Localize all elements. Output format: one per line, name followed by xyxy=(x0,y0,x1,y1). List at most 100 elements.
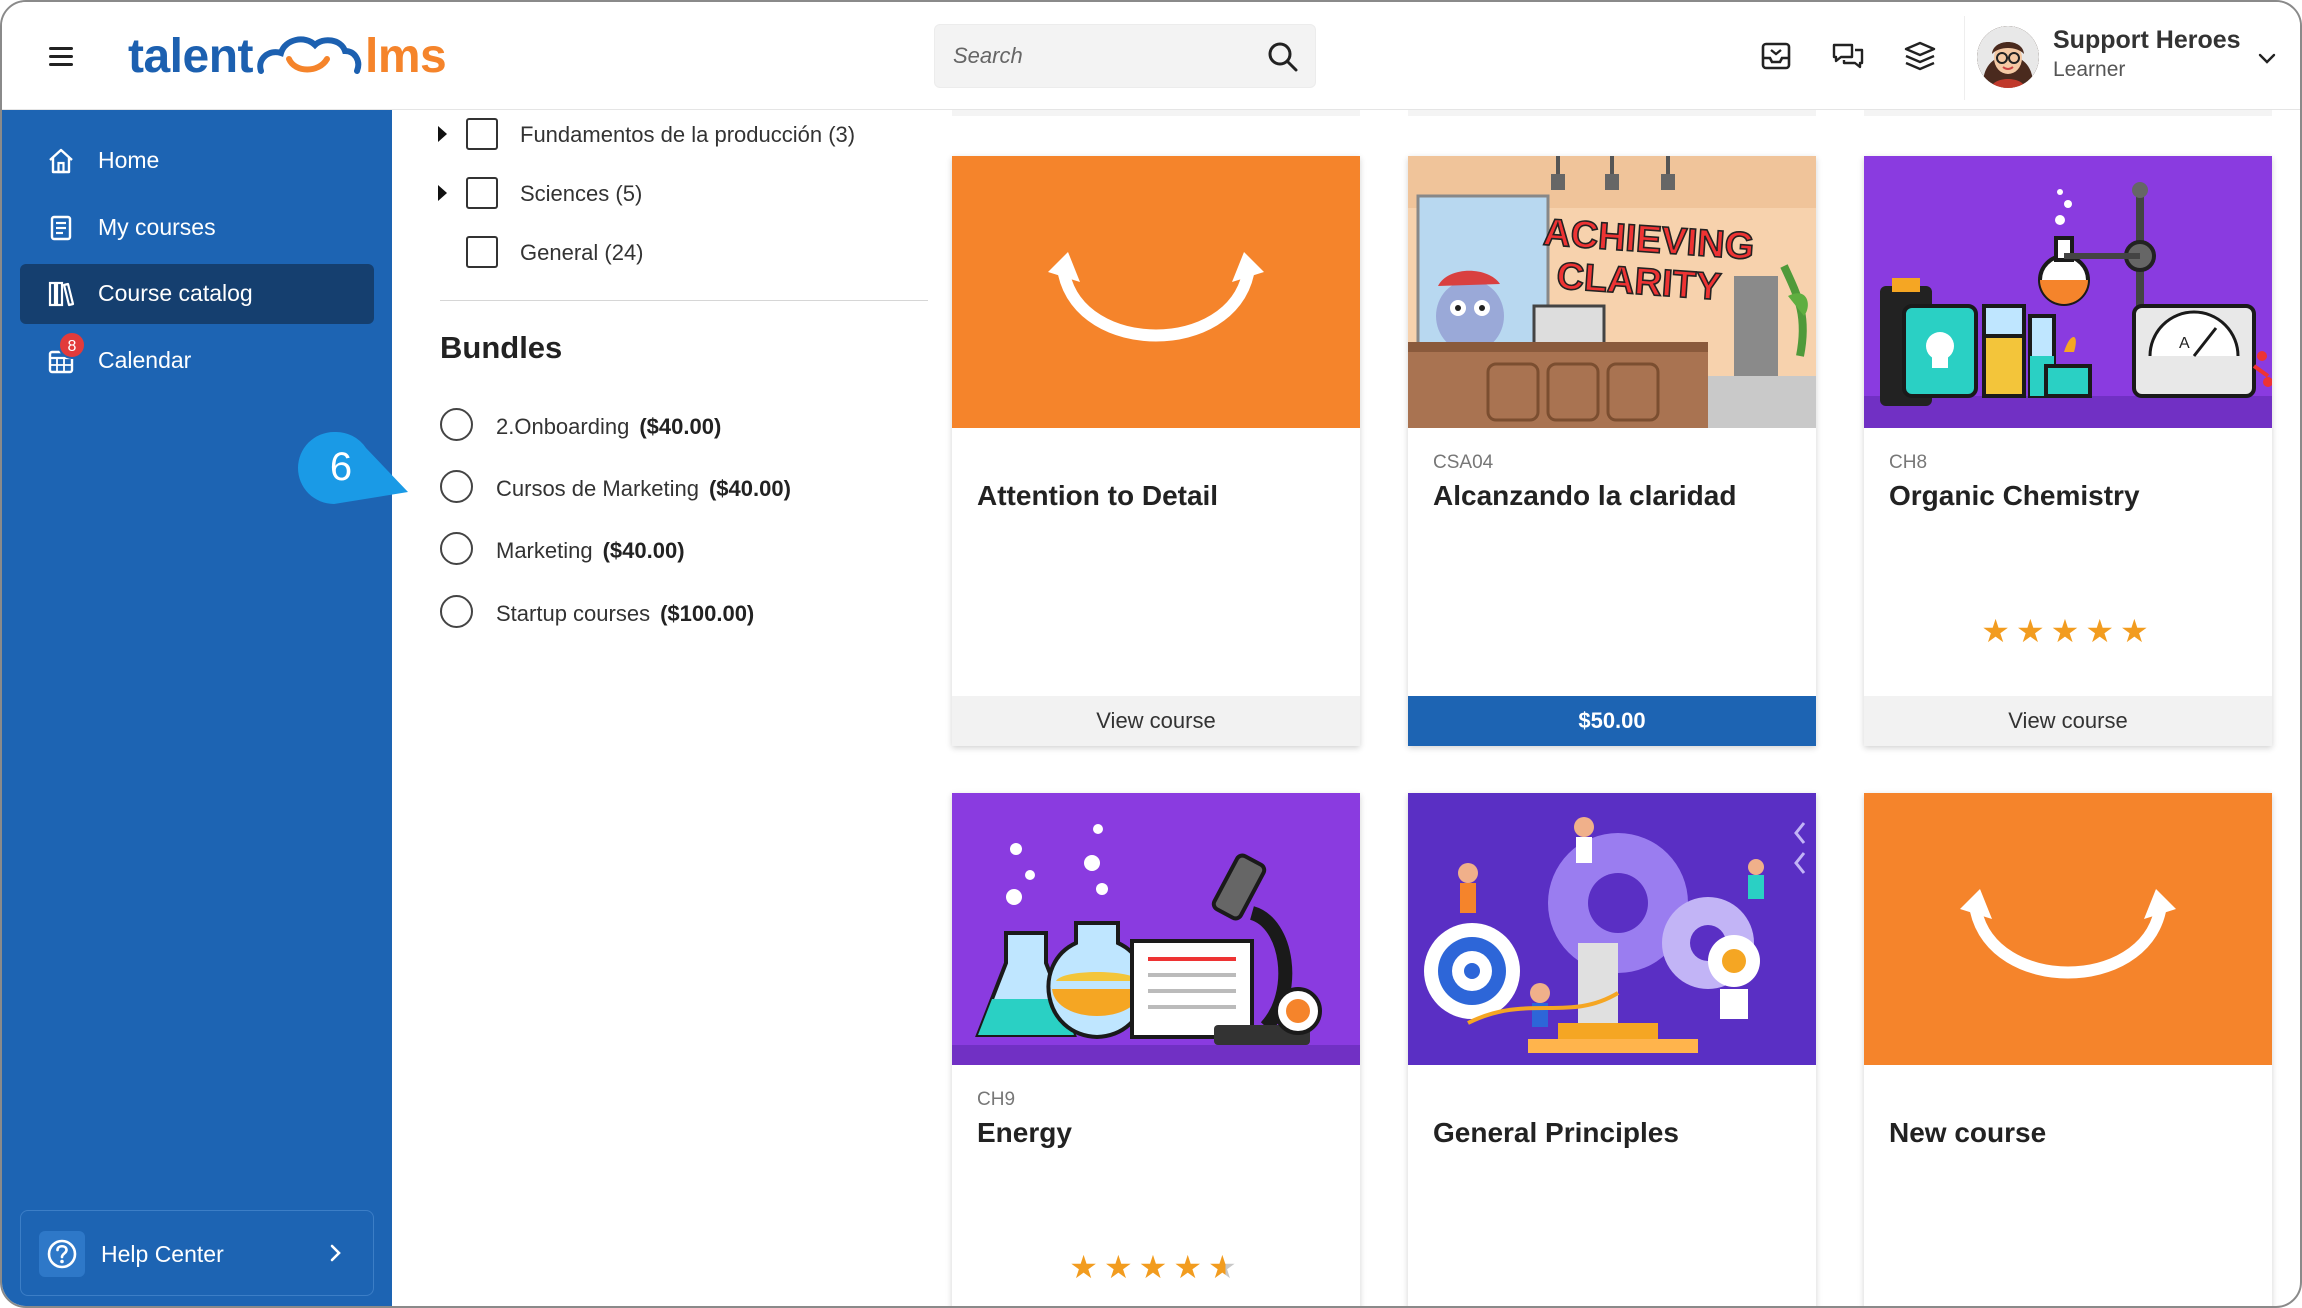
card-edge xyxy=(952,110,1360,116)
hamburger-menu-icon[interactable] xyxy=(46,40,78,72)
bundle-price: ($40.00) xyxy=(708,476,791,501)
course-card[interactable]: ACHIEVING CLARITY CSA04 Alcanzando la cl… xyxy=(1408,156,1816,746)
category-filter-fundamentos: Fundamentos de la producción (3) xyxy=(438,114,888,154)
course-card[interactable]: General Principles xyxy=(1408,793,1816,1306)
course-thumbnail xyxy=(1864,793,2272,1065)
achieving-clarity-illustration: ACHIEVING CLARITY xyxy=(1408,156,1816,428)
bundle-option[interactable]: Cursos de Marketing ($40.00) xyxy=(440,468,860,508)
logo-talent-text: talent xyxy=(128,29,254,83)
talentlms-logo[interactable]: talent lms xyxy=(128,24,447,88)
category-filter-sciences: Sciences (5) xyxy=(438,173,888,213)
calendar-badge: 8 xyxy=(58,331,86,359)
course-thumbnail xyxy=(952,156,1360,428)
sidebar-item-calendar[interactable]: 8 Calendar xyxy=(20,331,374,391)
view-course-button[interactable]: View course xyxy=(952,696,1360,746)
bundle-radio[interactable] xyxy=(440,408,473,441)
course-card[interactable]: CH9 Energy ★★★★★ xyxy=(952,793,1360,1306)
bundle-radio[interactable] xyxy=(440,470,473,503)
star-half-icon: ★ xyxy=(1208,1249,1243,1285)
messages-icon[interactable] xyxy=(1830,38,1866,74)
sidebar: Home My courses Course catalog 8 Calenda… xyxy=(2,110,392,1306)
cloud-smile-logo-icon xyxy=(257,36,362,74)
inbox-icon[interactable] xyxy=(1758,38,1794,74)
star-icon: ★ xyxy=(1981,613,2016,649)
star-icon: ★ xyxy=(1069,1249,1104,1285)
bundle-radio[interactable] xyxy=(440,595,473,628)
course-code: CH9 xyxy=(977,1089,1016,1110)
bundle-label: 2.Onboarding ($40.00) xyxy=(496,414,722,439)
category-label: Sciences (5) xyxy=(520,181,643,206)
bundle-label: Cursos de Marketing ($40.00) xyxy=(496,476,791,501)
category-label: Fundamentos de la producción (3) xyxy=(520,122,856,147)
bundle-radio[interactable] xyxy=(440,532,473,565)
card-edge xyxy=(1864,110,2272,116)
course-thumbnail: ACHIEVING CLARITY xyxy=(1408,156,1816,428)
star-icon: ★ xyxy=(2085,613,2121,649)
section-divider xyxy=(440,300,928,301)
course-rating: ★★★★★ xyxy=(952,1248,1360,1286)
user-avatar xyxy=(1977,26,2039,88)
sidebar-item-label: Course catalog xyxy=(98,280,253,306)
step-callout-badge: 6 xyxy=(298,431,408,504)
bundle-price: ($100.00) xyxy=(660,601,755,626)
star-icon: ★ xyxy=(1173,1249,1209,1285)
bundle-option[interactable]: Startup courses ($100.00) xyxy=(440,593,860,633)
home-icon xyxy=(49,148,73,174)
help-center-button[interactable]: Help Center xyxy=(20,1210,374,1296)
app-window: talent lms Search Support Heroes Learner… xyxy=(0,0,2302,1308)
help-icon xyxy=(39,1231,85,1277)
book-icon xyxy=(50,215,72,241)
course-thumbnail xyxy=(952,793,1360,1065)
course-thumbnail: A xyxy=(1864,156,2272,428)
sidebar-item-my-courses[interactable]: My courses xyxy=(20,198,374,258)
chemistry-lab-illustration: A xyxy=(1864,182,2272,428)
sidebar-item-label: My courses xyxy=(98,214,216,240)
course-price-button[interactable]: $50.00 xyxy=(1408,696,1816,746)
chevron-down-icon[interactable] xyxy=(2255,46,2279,70)
search-icon[interactable] xyxy=(1267,41,1299,73)
bundle-option[interactable]: 2.Onboarding ($40.00) xyxy=(440,406,860,446)
talentlms-smile-icon xyxy=(1960,889,2176,979)
bundle-price: ($40.00) xyxy=(602,538,685,563)
course-title: Energy xyxy=(977,1117,1072,1148)
star-icon: ★ xyxy=(2050,613,2086,649)
category-checkbox[interactable] xyxy=(466,177,498,209)
course-title: Organic Chemistry xyxy=(1889,480,2140,511)
svg-text:A: A xyxy=(2179,335,2190,352)
search-input[interactable] xyxy=(935,25,1255,87)
bundle-option[interactable]: Marketing ($40.00) xyxy=(440,530,860,570)
bundle-label: Startup courses ($100.00) xyxy=(496,601,755,626)
help-center-label: Help Center xyxy=(101,1241,224,1267)
top-header: talent lms Search Support Heroes Learner xyxy=(2,2,2300,110)
sidebar-item-label: Calendar xyxy=(98,347,192,373)
course-code: CH8 xyxy=(1889,452,1928,473)
course-card[interactable]: New course xyxy=(1864,793,2272,1306)
star-icon: ★ xyxy=(1103,1249,1139,1285)
sidebar-item-home[interactable]: Home xyxy=(20,131,374,191)
sidebar-item-label: Home xyxy=(98,147,160,173)
course-title: Alcanzando la claridad xyxy=(1433,480,1737,511)
user-name: Support Heroes xyxy=(2053,26,2241,54)
expand-arrow-icon[interactable] xyxy=(438,126,447,142)
chevron-right-icon xyxy=(330,1244,341,1262)
course-code: CSA04 xyxy=(1433,452,1494,473)
library-icon xyxy=(48,281,75,307)
course-title: New course xyxy=(1889,1117,2047,1148)
layers-icon[interactable] xyxy=(1902,38,1938,74)
card-edge xyxy=(1408,110,1816,116)
expand-arrow-icon[interactable] xyxy=(438,185,447,201)
user-menu[interactable]: Support Heroes Learner xyxy=(1964,16,2294,100)
general-principles-illustration xyxy=(1408,793,1816,1065)
category-checkbox[interactable] xyxy=(466,118,498,150)
course-title: Attention to Detail xyxy=(977,480,1219,511)
course-card[interactable]: Attention to Detail View course xyxy=(952,156,1360,746)
sidebar-item-course-catalog[interactable]: Course catalog xyxy=(20,264,374,324)
logo-lms-text: lms xyxy=(365,29,447,83)
course-card[interactable]: A CH8 Organic Chemistry ★★★★★ View cours… xyxy=(1864,156,2272,746)
bundles-heading: Bundles xyxy=(440,330,563,365)
callout-number: 6 xyxy=(330,445,352,489)
category-checkbox[interactable] xyxy=(466,236,498,268)
course-thumbnail xyxy=(1408,793,1816,1065)
view-course-button[interactable]: View course xyxy=(1864,696,2272,746)
star-icon: ★ xyxy=(1138,1249,1174,1285)
